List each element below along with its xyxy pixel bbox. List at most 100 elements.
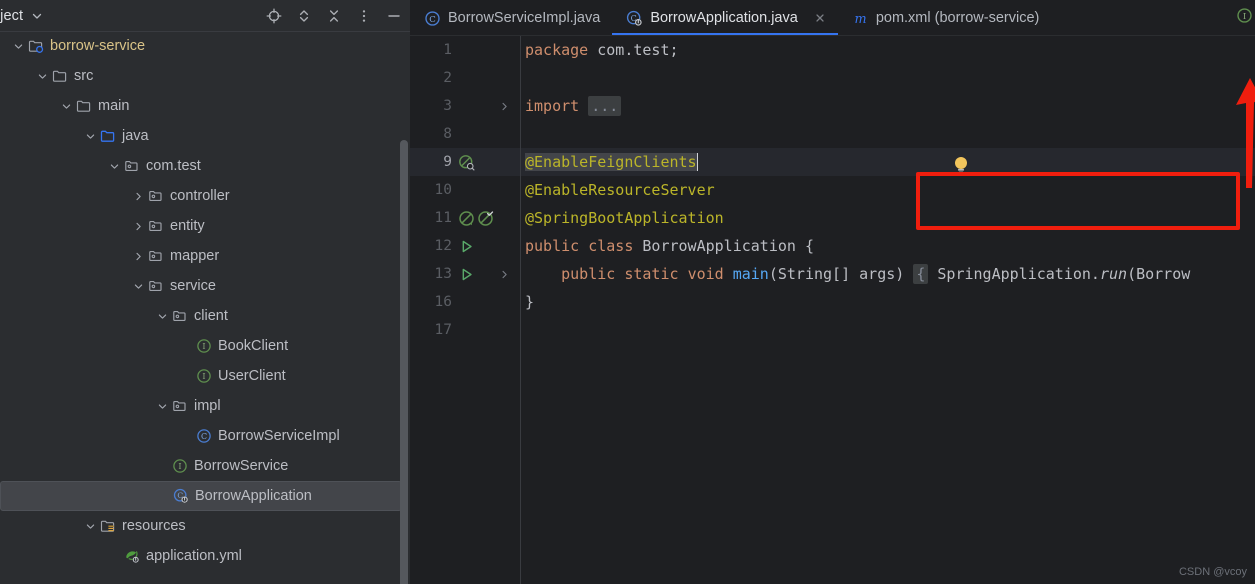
tree-item-java[interactable]: java xyxy=(0,121,410,151)
code-line[interactable]: 11 @SpringBootApplication xyxy=(410,204,1255,232)
code-line[interactable]: 9 @EnableFeignClients xyxy=(410,148,1255,176)
fold-marker[interactable] xyxy=(497,232,511,260)
editor-gutter[interactable]: 12 xyxy=(410,232,525,260)
expand-collapse-icon[interactable] xyxy=(296,8,312,24)
gutter-icons xyxy=(452,92,525,120)
interface-icon: I xyxy=(196,368,212,384)
code-line[interactable]: 1 package com.test; xyxy=(410,36,1255,64)
no-twisty xyxy=(154,458,170,474)
code-line[interactable]: 12 public class BorrowApplication { xyxy=(410,232,1255,260)
editor-gutter[interactable]: 17 xyxy=(410,316,525,344)
editor-tab-pom-xml-borrow-service-[interactable]: m pom.xml (borrow-service) xyxy=(838,0,1052,36)
editor-gutter[interactable]: 3 xyxy=(410,92,525,120)
gutter-icons xyxy=(452,232,525,260)
tree-item-application-yml[interactable]: application.yml xyxy=(0,541,410,571)
twisty-expanded-icon[interactable] xyxy=(130,278,146,294)
tree-item-impl[interactable]: impl xyxy=(0,391,410,421)
editor-gutter[interactable]: 10 xyxy=(410,176,525,204)
editor-tab-borrowserviceimpl-java[interactable]: C BorrowServiceImpl.java xyxy=(410,0,612,36)
editor-gutter[interactable]: 9 xyxy=(410,148,525,176)
tree-item-entity[interactable]: entity xyxy=(0,211,410,241)
watermark: CSDN @vcoy xyxy=(1178,566,1247,578)
tree-item-src[interactable]: src xyxy=(0,61,410,91)
code-line[interactable]: 3 import ... xyxy=(410,92,1255,120)
bean-check-icon[interactable] xyxy=(477,210,494,227)
tree-item-service[interactable]: service xyxy=(0,271,410,301)
editor-gutter[interactable]: 8 xyxy=(410,120,525,148)
editor-gutter[interactable]: 13 xyxy=(410,260,525,288)
line-number: 12 xyxy=(434,238,452,254)
twisty-expanded-icon[interactable] xyxy=(82,128,98,144)
fold-marker[interactable] xyxy=(497,92,511,120)
tree-item-borrow-service[interactable]: borrow-service xyxy=(0,31,410,61)
code-token: import xyxy=(525,97,580,115)
code-line[interactable]: 10 @EnableResourceServer xyxy=(410,176,1255,204)
locate-icon[interactable] xyxy=(266,8,282,24)
project-tree[interactable]: borrow-service src main java com.test control… xyxy=(0,31,410,584)
editor-gutter[interactable]: 1 xyxy=(410,36,525,64)
maven-icon: m xyxy=(852,10,869,27)
twisty-collapsed-icon[interactable] xyxy=(130,248,146,264)
intention-bulb-icon[interactable] xyxy=(953,156,969,180)
fold-marker[interactable] xyxy=(497,204,511,232)
fold-marker[interactable] xyxy=(497,64,511,92)
code-token: (Borrow xyxy=(1127,265,1191,283)
tree-item-com-test[interactable]: com.test xyxy=(0,151,410,181)
fold-marker[interactable] xyxy=(497,176,511,204)
collapse-all-icon[interactable] xyxy=(326,8,342,24)
twisty-expanded-icon[interactable] xyxy=(154,398,170,414)
tree-item-label: com.test xyxy=(146,157,201,174)
code-line[interactable]: 16} xyxy=(410,288,1255,316)
twisty-expanded-icon[interactable] xyxy=(106,158,122,174)
twisty-collapsed-icon[interactable] xyxy=(130,218,146,234)
fold-marker[interactable] xyxy=(497,36,511,64)
twisty-expanded-icon[interactable] xyxy=(10,38,26,54)
code-line[interactable]: 8 xyxy=(410,120,1255,148)
minimize-icon[interactable] xyxy=(386,8,402,24)
fold-marker[interactable] xyxy=(497,288,511,316)
twisty-expanded-icon[interactable] xyxy=(154,308,170,324)
editor-gutter[interactable]: 11 xyxy=(410,204,525,232)
bean-icon[interactable] xyxy=(458,210,475,227)
fold-marker[interactable] xyxy=(497,260,511,288)
code-line[interactable]: 2 xyxy=(410,64,1255,92)
run-icon[interactable] xyxy=(458,238,475,255)
editor-gutter[interactable]: 2 xyxy=(410,64,525,92)
twisty-expanded-icon[interactable] xyxy=(34,68,50,84)
tree-item-bookclient[interactable]: I BookClient xyxy=(0,331,410,361)
twisty-expanded-icon[interactable] xyxy=(58,98,74,114)
tree-item-borrowserviceimpl[interactable]: C BorrowServiceImpl xyxy=(0,421,410,451)
tree-item-controller[interactable]: controller xyxy=(0,181,410,211)
editor-tab-label: BorrowServiceImpl.java xyxy=(448,10,601,26)
module-icon xyxy=(28,38,44,54)
twisty-expanded-icon[interactable] xyxy=(82,518,98,534)
chevron-down-icon[interactable] xyxy=(31,10,43,22)
tree-item-label: service xyxy=(170,277,216,294)
editor-tab-borrowapplication-java[interactable]: C BorrowApplication.java xyxy=(612,0,838,36)
tree-item-client[interactable]: client xyxy=(0,301,410,331)
code-line[interactable]: 13 public static void main(String[] args… xyxy=(410,260,1255,288)
bean-search-icon[interactable] xyxy=(458,154,475,171)
fold-marker[interactable] xyxy=(497,316,511,344)
close-icon[interactable] xyxy=(814,12,826,24)
code-editor[interactable]: 1 package com.test; 2 3 import ... 8 9 @EnableF… xyxy=(410,36,1255,584)
tree-item-borrowservice[interactable]: I BorrowService xyxy=(0,451,410,481)
run-icon[interactable] xyxy=(458,266,475,283)
tree-item-mapper[interactable]: mapper xyxy=(0,241,410,271)
twisty-collapsed-icon[interactable] xyxy=(130,188,146,204)
editor-gutter[interactable]: 16 xyxy=(410,288,525,316)
svg-text:C: C xyxy=(201,432,207,441)
more-options-icon[interactable] xyxy=(356,8,372,24)
sidebar-scrollbar[interactable] xyxy=(400,140,408,584)
tree-item-resources[interactable]: resources xyxy=(0,511,410,541)
fold-marker[interactable] xyxy=(497,120,511,148)
tree-item-label: controller xyxy=(170,187,230,204)
code-token: class xyxy=(588,237,634,255)
tree-item-main[interactable]: main xyxy=(0,91,410,121)
code-line[interactable]: 17 xyxy=(410,316,1255,344)
tree-item-userclient[interactable]: I UserClient xyxy=(0,361,410,391)
svg-text:I: I xyxy=(202,342,205,351)
tree-item-borrowapplication[interactable]: C BorrowApplication xyxy=(0,481,402,511)
interface-icon[interactable]: I xyxy=(1236,7,1253,29)
fold-marker[interactable] xyxy=(497,148,511,176)
